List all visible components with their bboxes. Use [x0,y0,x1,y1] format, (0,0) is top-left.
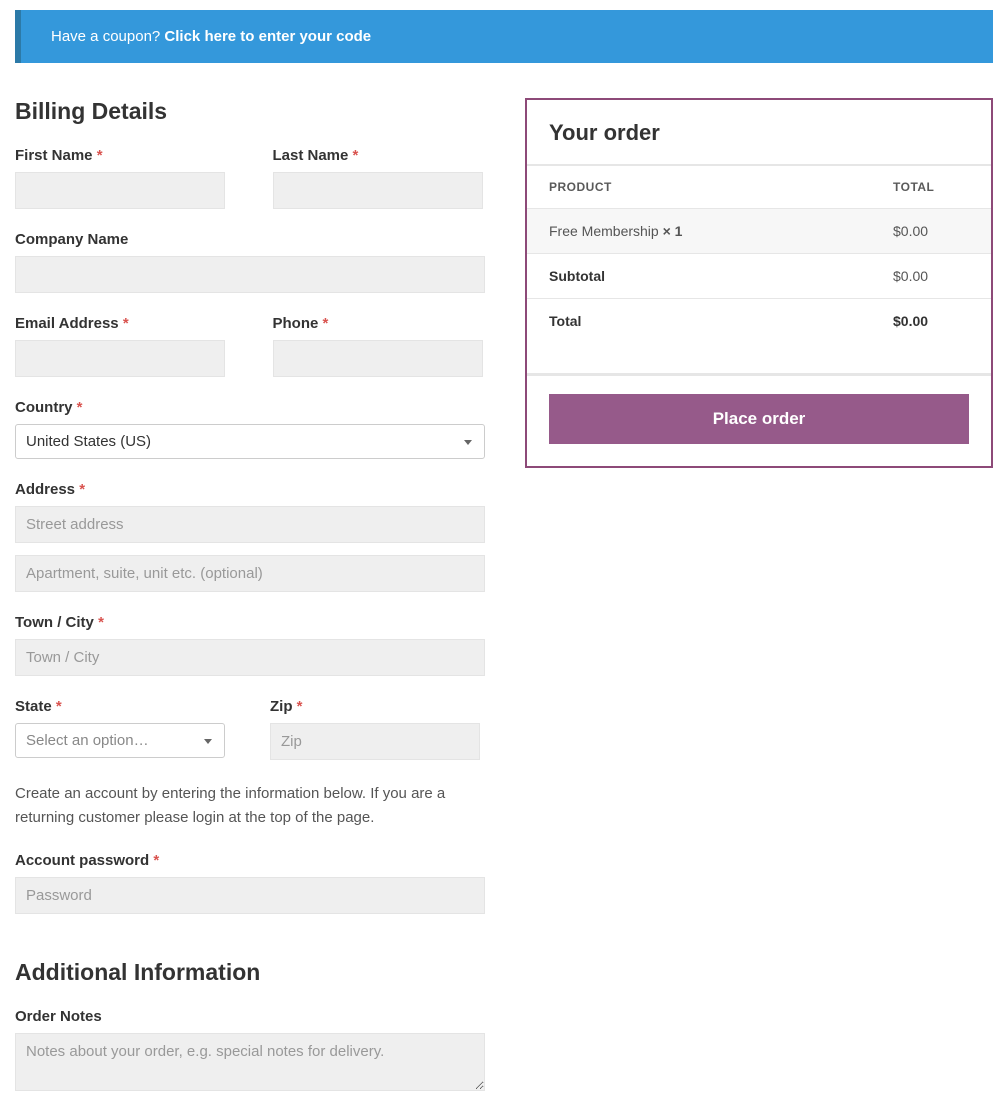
city-input[interactable] [15,639,485,676]
required-mark: * [353,147,359,164]
company-label: Company Name [15,231,485,248]
order-subtotal-row: Subtotal $0.00 [527,254,991,299]
required-mark: * [153,852,159,869]
additional-heading: Additional Information [15,959,485,986]
address-field: Address * [15,481,485,543]
order-col-total: Total [871,165,991,209]
address-label: Address [15,481,79,498]
email-label: Email Address [15,315,123,332]
last-name-field: Last Name * [273,147,486,209]
order-product-qty: × 1 [663,223,683,239]
order-col-product: Product [527,165,871,209]
phone-input[interactable] [273,340,483,377]
apt-field [15,555,485,592]
required-mark: * [123,315,129,332]
order-footer: Place order [527,373,991,466]
billing-column: Billing Details First Name * Last Name *… [15,98,485,1091]
first-name-label: First Name [15,147,97,164]
billing-heading: Billing Details [15,98,485,125]
coupon-prompt: Have a coupon? [51,28,164,45]
company-input[interactable] [15,256,485,293]
required-mark: * [97,147,103,164]
coupon-banner: Have a coupon? Click here to enter your … [15,10,993,63]
first-name-input[interactable] [15,172,225,209]
order-subtotal-label: Subtotal [527,254,871,299]
state-placeholder: Select an option… [26,732,149,749]
order-product-total: $0.00 [871,209,991,254]
password-label: Account password [15,852,153,869]
account-help-text: Create an account by entering the inform… [15,782,485,830]
email-field: Email Address * [15,315,228,377]
phone-label: Phone [273,315,323,332]
city-field: Town / City * [15,614,485,676]
required-mark: * [56,698,62,715]
notes-field: Order Notes [15,1008,485,1091]
street-input[interactable] [15,506,485,543]
order-subtotal-value: $0.00 [871,254,991,299]
last-name-input[interactable] [273,172,483,209]
password-field: Account password * [15,852,485,914]
company-field: Company Name [15,231,485,293]
country-value: United States (US) [26,433,151,450]
state-label: State [15,698,56,715]
order-box: Your order Product Total Free Membership… [525,98,993,468]
required-mark: * [323,315,329,332]
apt-input[interactable] [15,555,485,592]
phone-field: Phone * [273,315,486,377]
required-mark: * [297,698,303,715]
notes-label: Order Notes [15,1008,485,1025]
order-table: Product Total Free Membership × 1 $0.00 … [527,164,991,343]
place-order-button[interactable]: Place order [549,394,969,444]
zip-label: Zip [270,698,297,715]
zip-input[interactable] [270,723,480,760]
last-name-label: Last Name [273,147,353,164]
order-total-value: $0.00 [871,299,991,344]
country-label: Country [15,399,77,416]
order-total-row: Total $0.00 [527,299,991,344]
email-input[interactable] [15,340,225,377]
required-mark: * [98,614,104,631]
country-select[interactable]: United States (US) [15,424,485,459]
zip-field: Zip * [270,698,480,760]
order-product-row: Free Membership × 1 $0.00 [527,209,991,254]
notes-input[interactable] [15,1033,485,1091]
order-total-label: Total [527,299,871,344]
required-mark: * [77,399,83,416]
state-select[interactable]: Select an option… [15,723,225,758]
password-input[interactable] [15,877,485,914]
order-heading: Your order [527,100,991,164]
coupon-link[interactable]: Click here to enter your code [164,28,371,45]
order-product-name: Free Membership [549,223,663,239]
required-mark: * [79,481,85,498]
state-field: State * Select an option… [15,698,225,760]
city-label: Town / City [15,614,98,631]
country-field: Country * United States (US) [15,399,485,459]
order-column: Your order Product Total Free Membership… [525,98,993,468]
first-name-field: First Name * [15,147,228,209]
